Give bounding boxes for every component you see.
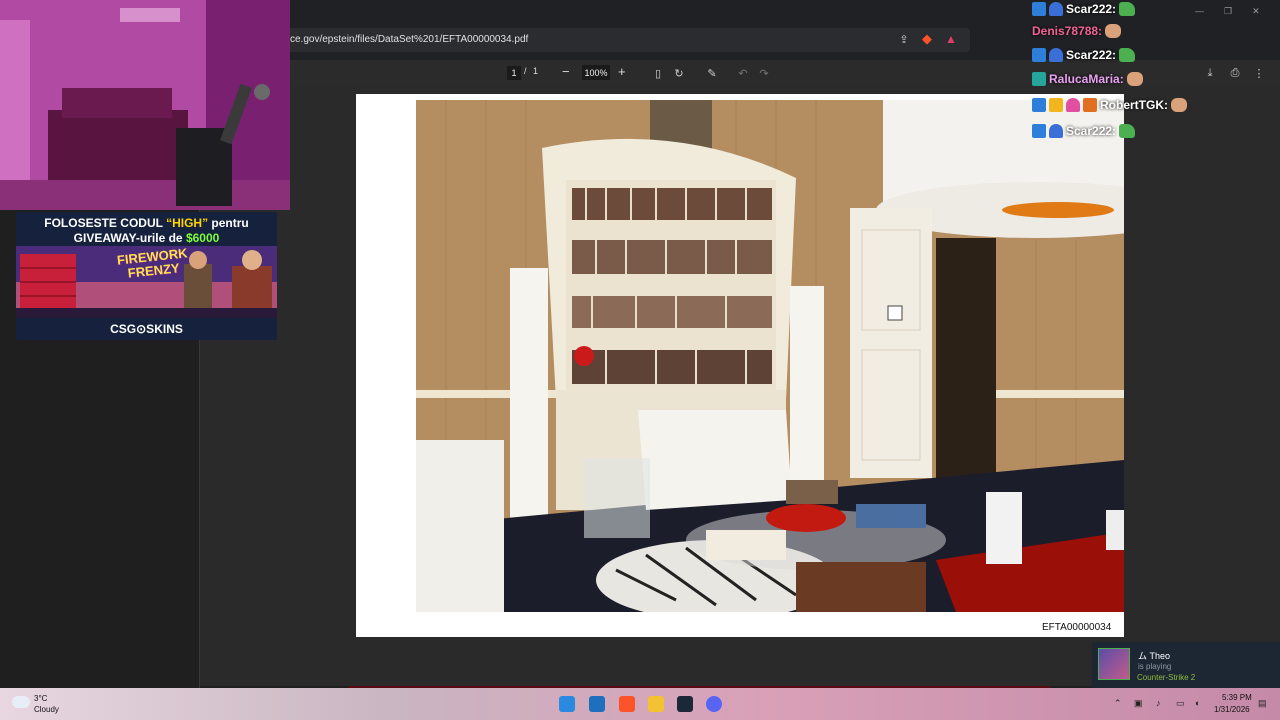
promo-code-text: FOLOSESTE CODUL “HIGH” pentru <box>16 216 277 230</box>
zoom-in-button[interactable]: + <box>618 64 626 79</box>
page-total: 1 <box>533 66 539 76</box>
zoom-level-input[interactable]: 100% <box>582 65 610 80</box>
tray-app-icon[interactable]: ▣ <box>1134 698 1146 708</box>
chat-username: Scar222: <box>1066 124 1117 138</box>
brave-shields-icon[interactable]: ◆ <box>920 31 934 46</box>
steam-game-name: Counter-Strike 2 <box>1137 673 1196 682</box>
address-bar-url[interactable]: ce.gov/epstein/files/DataSet%201/EFTA000… <box>290 34 528 45</box>
chat-message: RobertTGK: <box>1032 96 1187 114</box>
chat-message: RalucaMaria: <box>1032 70 1143 88</box>
chat-emote-icon <box>1119 48 1136 62</box>
close-button[interactable]: ✕ <box>1252 6 1260 20</box>
page-number-input[interactable]: 1 <box>507 66 521 80</box>
chat-message: Scar222: <box>1032 46 1136 64</box>
redo-icon[interactable]: ↷ <box>757 66 771 80</box>
windows-start-icon[interactable] <box>559 696 575 712</box>
chat-badge-icon <box>1083 98 1097 112</box>
undo-icon[interactable]: ↶ <box>736 66 750 80</box>
chat-badge-icon <box>1032 48 1046 62</box>
file-explorer-icon[interactable] <box>648 696 664 712</box>
tray-overflow-icon[interactable]: ⌃ <box>1114 698 1126 708</box>
promo-line2-prefix: GIVEAWAY-urile de <box>73 231 186 245</box>
steam-friend-name: ム Theo <box>1138 651 1171 661</box>
webcam-overlay <box>0 0 290 210</box>
chat-username: Denis78788: <box>1032 24 1103 38</box>
download-icon[interactable]: ⤓ <box>1203 66 1217 80</box>
fit-page-icon[interactable]: ▯ <box>651 66 665 80</box>
notifications-icon[interactable]: ▤ <box>1258 698 1270 708</box>
speaker-icon[interactable]: ♪ <box>1156 698 1168 708</box>
minimize-button[interactable]: — <box>1195 6 1204 20</box>
chat-badge-icon <box>1032 124 1046 138</box>
chat-badge-icon <box>1032 98 1046 112</box>
chat-badge-icon <box>1049 98 1063 112</box>
annotate-icon[interactable]: ✎ <box>705 66 719 80</box>
document-photo <box>416 100 1124 612</box>
chat-badge-icon <box>1032 72 1046 86</box>
more-options-icon[interactable]: ⋮ <box>1252 66 1266 80</box>
chat-username: RalucaMaria: <box>1049 72 1124 86</box>
chat-emote-icon <box>1126 72 1143 86</box>
maximize-button[interactable]: ❐ <box>1224 6 1232 20</box>
network-icon[interactable]: ▭ <box>1176 698 1188 708</box>
webcam-room-illustration <box>0 0 290 210</box>
print-icon[interactable]: ⎙ <box>1228 66 1242 80</box>
rotate-icon[interactable]: ↻ <box>672 66 686 80</box>
zoom-out-button[interactable]: − <box>562 64 570 79</box>
chat-badge-icon <box>1049 124 1063 138</box>
promo-code: “HIGH” <box>166 216 209 230</box>
explorer-window-icon[interactable] <box>589 696 605 712</box>
chat-username: RobertTGK: <box>1100 98 1168 112</box>
room-photo-illustration <box>416 100 1124 612</box>
steam-icon[interactable] <box>677 696 693 712</box>
share-icon[interactable]: ⇪ <box>897 32 911 46</box>
chat-message: Denis78788: <box>1032 22 1122 40</box>
page-separator: / <box>524 66 527 76</box>
brave-rewards-icon[interactable]: ▲ <box>944 32 958 46</box>
weather-condition[interactable]: Cloudy <box>34 705 59 714</box>
taskbar <box>0 688 1280 720</box>
weather-temperature[interactable]: 3°C <box>34 694 47 703</box>
promo-line1-prefix: FOLOSESTE CODUL <box>44 216 167 230</box>
chat-badge-icon <box>1049 2 1063 16</box>
cloud-icon[interactable] <box>12 696 30 708</box>
clock-time[interactable]: 5:39 PM <box>1222 693 1252 702</box>
chat-username: Scar222: <box>1066 2 1117 16</box>
chat-message: Scar222: <box>1032 122 1136 140</box>
promo-giveaway-text: GIVEAWAY-urile de $6000 <box>16 231 277 245</box>
volume-icon[interactable]: ◖ <box>1194 698 1206 708</box>
brave-browser-icon[interactable] <box>619 696 635 712</box>
chat-badge-icon <box>1066 98 1080 112</box>
clock-date[interactable]: 1/31/2026 <box>1214 705 1250 714</box>
chat-badge-icon <box>1049 48 1063 62</box>
chat-emote-icon <box>1171 98 1187 112</box>
document-id-label: EFTA00000034 <box>1042 622 1112 633</box>
chat-message: Scar222: <box>1032 0 1136 18</box>
chat-emote-icon <box>1119 2 1136 16</box>
promo-brand: CSG⊙SKINS <box>110 322 183 336</box>
promo-line1-suffix: pentru <box>208 216 249 230</box>
chat-badge-icon <box>1032 2 1046 16</box>
promo-amount: $6000 <box>185 231 220 245</box>
discord-icon[interactable] <box>706 696 722 712</box>
chat-emote-icon <box>1119 124 1136 138</box>
chat-username: Scar222: <box>1066 48 1117 62</box>
window-controls: — ❐ ✕ <box>1195 6 1275 20</box>
steam-avatar <box>1098 648 1130 680</box>
steam-status: is playing <box>1138 662 1172 671</box>
chat-emote-icon <box>1105 24 1122 38</box>
